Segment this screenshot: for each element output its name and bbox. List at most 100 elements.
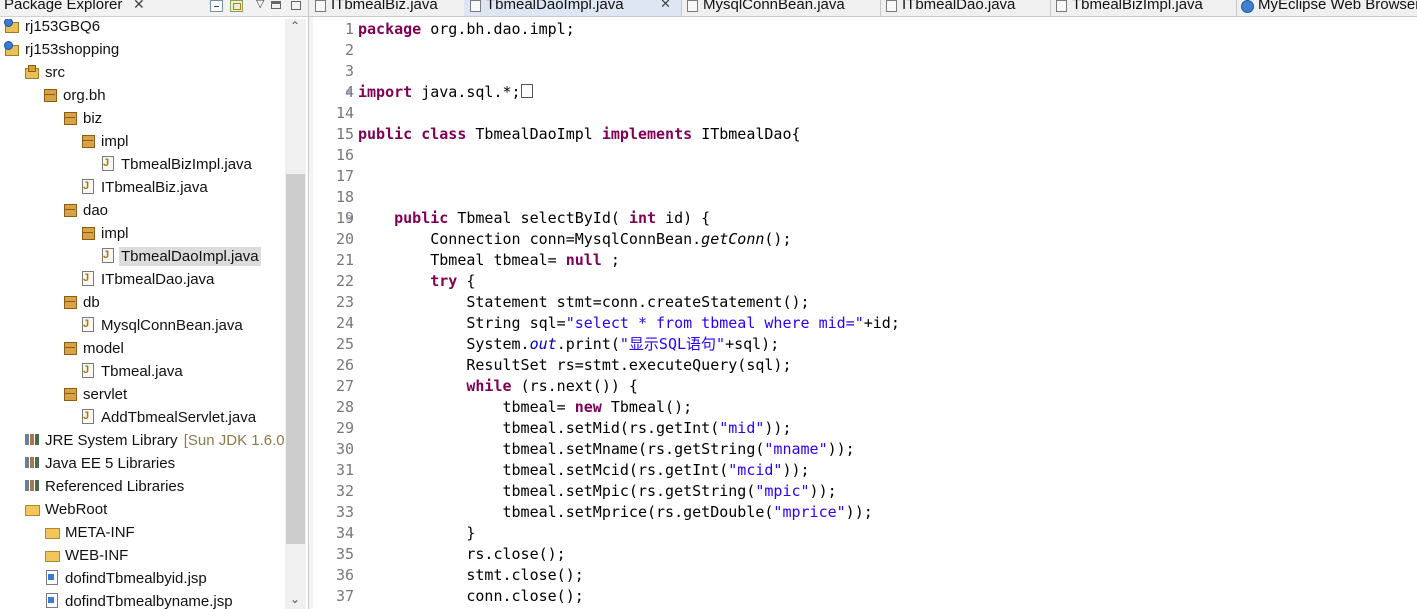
tree-item-label: src <box>45 64 65 81</box>
editor-tab[interactable]: ITbmealDao.java <box>880 0 1051 16</box>
tree-item[interactable]: rj153GBQ6 <box>4 19 102 38</box>
folded-block-icon[interactable] <box>520 84 533 98</box>
tree-item[interactable]: db <box>62 291 102 314</box>
code-area[interactable]: package org.bh.dao.impl; import java.sql.… <box>358 17 1417 609</box>
line-number: 30 <box>335 440 354 458</box>
editor-tab[interactable]: TbmealDaoImpl.java ✕ <box>464 0 682 16</box>
line-number: 29 <box>335 419 354 437</box>
code-token: rs.close(); <box>358 545 566 563</box>
source-folder-icon <box>24 64 39 79</box>
tree-item-label: org.bh <box>63 87 106 104</box>
package-explorer-view: Package Explorer ✕ ▽ rj153GBQ6 rj153shopp… <box>0 0 309 609</box>
code-line: public class TbmealDaoImpl implements IT… <box>358 124 801 145</box>
tree-item[interactable]: src <box>24 61 67 84</box>
editor-tab[interactable]: MyEclipse Web Browser <box>1236 0 1417 16</box>
tree-item[interactable]: impl <box>80 130 131 153</box>
tree-item[interactable]: MysqlConnBean.java <box>80 313 245 337</box>
package-icon <box>62 294 77 309</box>
tree-scrollbar[interactable]: ⌃ ⌄ <box>285 19 306 609</box>
tab-label: TbmealDaoImpl.java <box>486 0 624 13</box>
tree-item[interactable]: dao <box>62 199 110 222</box>
link-with-editor-icon[interactable] <box>230 0 243 12</box>
close-icon[interactable]: ✕ <box>660 0 671 12</box>
code-token: org.bh.dao.impl; <box>430 20 575 38</box>
code-token: } <box>358 524 476 542</box>
tree-item[interactable]: JRE System Library [Sun JDK 1.6.0 <box>24 429 285 452</box>
explorer-title[interactable]: Package Explorer <box>4 0 122 13</box>
code-token: "mcid" <box>728 461 783 479</box>
java-file-icon <box>100 244 115 267</box>
tree-item[interactable]: TbmealDaoImpl.java <box>100 244 261 268</box>
tree-item-label: Java EE 5 Libraries <box>45 455 176 472</box>
tree-item[interactable]: WebRoot <box>24 498 109 521</box>
tree-item-label: rj153GBQ6 <box>25 19 101 35</box>
tree-item[interactable]: Referenced Libraries <box>24 475 186 498</box>
code-token: Tbmeal tbmeal= <box>358 251 566 269</box>
tree-item[interactable]: servlet <box>62 383 129 406</box>
code-token: System. <box>358 335 530 353</box>
scroll-up-icon[interactable]: ⌃ <box>290 19 300 33</box>
line-number-gutter: 1 2 3 4 ⊕ 14 15 16 17 18 19 ⊖ 20 21 22 23 24 25 26 27 28 29 30… <box>313 17 357 609</box>
code-token: id) { <box>665 209 711 227</box>
tree-item-label: Tbmeal.java <box>101 363 183 380</box>
scrollbar-thumb[interactable] <box>286 174 305 544</box>
explorer-header: Package Explorer ✕ ▽ <box>0 0 308 17</box>
tree-item[interactable]: biz <box>62 107 104 130</box>
java-file-icon <box>470 0 481 12</box>
tree-item[interactable]: Java EE 5 Libraries <box>24 452 177 475</box>
tree-item[interactable]: TbmealBizImpl.java <box>100 152 254 176</box>
code-token: )); <box>827 440 855 458</box>
editor-tab[interactable]: ITbmealBiz.java <box>309 0 465 16</box>
editor-tab[interactable]: TbmealBizImpl.java <box>1050 0 1237 16</box>
code-token: tbmeal.setMid(rs.getInt( <box>358 419 720 437</box>
line-number: 35 <box>335 545 354 563</box>
package-icon <box>80 225 95 240</box>
tree-item[interactable]: ITbmealDao.java <box>80 267 216 291</box>
code-line: tbmeal= new Tbmeal(); <box>358 397 692 418</box>
expand-fold-icon[interactable]: ⊕ <box>346 87 352 98</box>
jsp-file-icon <box>44 593 59 608</box>
tree-item-label: ITbmealDao.java <box>101 271 215 288</box>
maximize-icon[interactable] <box>291 1 301 10</box>
tree-item[interactable]: WEB-INF <box>44 544 130 567</box>
tree-item[interactable]: ITbmealBiz.java <box>80 175 210 199</box>
tree-item[interactable]: Tbmeal.java <box>80 359 185 383</box>
minimize-icon[interactable] <box>271 1 281 9</box>
code-line: public Tbmeal selectById( int id) { <box>358 208 710 229</box>
tree-item[interactable]: rj153shopping <box>4 38 121 61</box>
folder-icon <box>24 501 40 516</box>
view-menu-icon[interactable]: ▽ <box>256 0 264 10</box>
tree-item[interactable]: META-INF <box>44 521 137 544</box>
tree-item[interactable]: org.bh <box>42 84 108 107</box>
code-token: public <box>394 209 458 227</box>
java-editor[interactable]: 1 2 3 4 ⊕ 14 15 16 17 18 19 ⊖ 20 21 22 23 24 25 26 27 28 29 30… <box>309 17 1417 609</box>
code-token: Tbmeal selectById( <box>457 209 629 227</box>
code-line: try { <box>358 271 475 292</box>
tree-item-label: impl <box>101 225 129 242</box>
code-token: TbmealDaoImpl <box>475 125 602 143</box>
close-icon[interactable]: ✕ <box>133 0 145 13</box>
tree-item[interactable]: model <box>62 337 126 360</box>
line-number: 24 <box>335 314 354 332</box>
tree-item[interactable]: dofindTbmealbyname.jsp <box>44 590 235 609</box>
code-token: out <box>529 335 557 353</box>
code-token: { <box>466 272 476 290</box>
tree-item-label: impl <box>101 133 129 150</box>
code-line: Connection conn=MysqlConnBean.getConn(); <box>358 229 791 250</box>
code-line: tbmeal.setMpic(rs.getString("mpic")); <box>358 481 836 502</box>
collapse-all-icon[interactable] <box>210 0 223 12</box>
code-token: "select * from tbmeal where mid=" <box>565 314 864 332</box>
library-icon <box>24 455 39 470</box>
code-line: Statement stmt=conn.createStatement(); <box>358 292 809 313</box>
line-number: 22 <box>335 272 354 290</box>
collapse-fold-icon[interactable]: ⊖ <box>346 213 352 224</box>
tree-item[interactable]: dofindTbmealbyid.jsp <box>44 567 209 590</box>
tree-item[interactable]: AddTbmealServlet.java <box>80 405 258 429</box>
editor-tab[interactable]: MysqlConnBean.java <box>681 0 881 16</box>
line-number: 18 <box>335 188 354 206</box>
tree-item-label: TbmealDaoImpl.java <box>119 247 261 266</box>
tree-item-label: ITbmealBiz.java <box>101 179 208 196</box>
tree-item[interactable]: impl <box>80 222 131 245</box>
scroll-down-icon[interactable]: ⌄ <box>290 592 300 606</box>
